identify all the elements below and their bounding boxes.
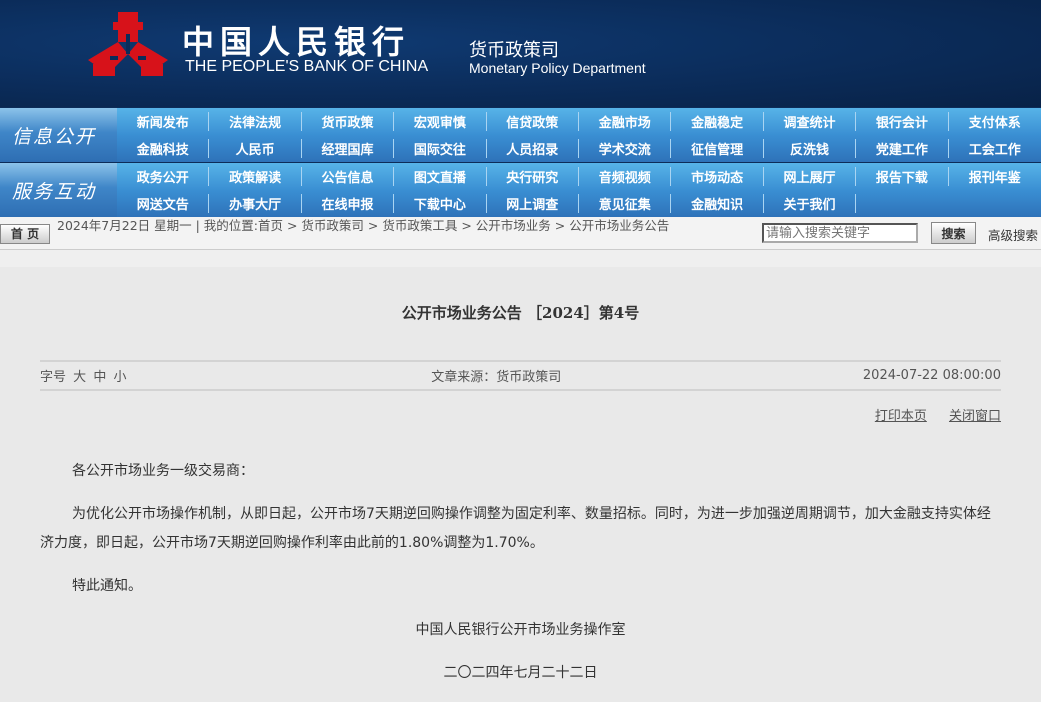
bank-name-en: THE PEOPLE'S BANK OF CHINA <box>185 58 429 75</box>
nav-item[interactable]: 政务公开 <box>117 167 210 186</box>
greeting: 各公开市场业务一级交易商： <box>72 463 254 479</box>
nav-items: 政务公开 政策解读 公告信息 图文直播 央行研究 音频视频 市场动态 网上展厅 报告下载 报刊年鉴… <box>117 163 1041 217</box>
nav-item[interactable]: 法律法规 <box>209 112 302 131</box>
signature-date: 二〇二四年七月二十二日 <box>443 665 598 681</box>
close-window-link[interactable]: 关闭窗口 <box>949 409 1001 424</box>
article-datetime: 2024-07-22 08:00:00 <box>862 368 1001 383</box>
nav-item[interactable]: 网上调查 <box>487 194 579 213</box>
print-link[interactable]: 打印本页 <box>875 409 927 424</box>
search-input[interactable] <box>762 223 918 243</box>
nav-item[interactable]: 政策解读 <box>209 167 302 186</box>
nav-item[interactable]: 调查统计 <box>764 112 857 131</box>
site-header: 中国人民银行 THE PEOPLE'S BANK OF CHINA 货币政策司 … <box>0 0 1041 107</box>
nav-item[interactable]: 金融知识 <box>671 194 764 213</box>
font-large-button[interactable]: 大 <box>73 370 86 385</box>
nav-item[interactable]: 货币政策 <box>302 112 395 131</box>
nav-item[interactable]: 金融市场 <box>579 112 672 131</box>
nav-item[interactable]: 意见征集 <box>579 194 672 213</box>
nav-item[interactable]: 经理国库 <box>302 139 395 158</box>
breadcrumb: 2024年7月22日 星期一 | 我的位置:首页 > 货币政策司 > 货币政策工… <box>57 218 670 233</box>
advanced-search-link[interactable]: 高级搜索 <box>988 225 1038 244</box>
nav-item[interactable]: 支付体系 <box>949 112 1041 131</box>
pboc-logo-icon <box>88 12 168 76</box>
nav-item[interactable]: 关于我们 <box>764 194 857 213</box>
nav-group: 信息公开 新闻发布 法律法规 货币政策 宏观审慎 信贷政策 金融市场 金融稳定 调查统计 银行会计… <box>0 107 1041 162</box>
main-nav: 信息公开 新闻发布 法律法规 货币政策 宏观审慎 信贷政策 金融市场 金融稳定 调查统计 银行会计… <box>0 107 1041 217</box>
nav-item[interactable]: 下载中心 <box>394 194 487 213</box>
nav-item[interactable]: 新闻发布 <box>117 112 210 131</box>
nav-item[interactable]: 网送文告 <box>117 194 210 213</box>
nav-item[interactable]: 信贷政策 <box>487 112 579 131</box>
signature: 中国人民银行公开市场业务操作室 <box>415 622 626 638</box>
article-meta: 字号 大 中 小 文章来源：货币政策司 2024-07-22 08:00:00 <box>40 360 1001 391</box>
article-content: 各公开市场业务一级交易商： 为优化公开市场操作机制，从即日起，公开市场7天期逆回… <box>40 457 1001 688</box>
font-size-controls: 字号 大 中 小 <box>40 366 129 385</box>
body-paragraph: 为优化公开市场操作机制，从即日起，公开市场7天期逆回购操作调整为固定利率、数量招… <box>40 506 991 551</box>
nav-item[interactable]: 人员招录 <box>487 139 579 158</box>
nav-item <box>949 194 1041 213</box>
nav-item[interactable]: 国际交往 <box>394 139 487 158</box>
nav-items: 新闻发布 法律法规 货币政策 宏观审慎 信贷政策 金融市场 金融稳定 调查统计 银行会计 支付体系… <box>117 108 1041 162</box>
notice: 特此通知。 <box>72 578 142 594</box>
page-title: 公开市场业务公告 ［2024］第4号 <box>401 304 640 322</box>
nav-item[interactable]: 报告下载 <box>856 167 949 186</box>
breadcrumb-bar: 首 页 2024年7月22日 星期一 | 我的位置:首页 > 货币政策司 > 货… <box>0 217 1041 250</box>
nav-item <box>856 194 948 213</box>
nav-item[interactable]: 央行研究 <box>487 167 579 186</box>
bank-name-cn: 中国人民银行 <box>182 23 411 61</box>
dept-name-en: Monetary Policy Department <box>469 60 646 76</box>
dept-name-cn: 货币政策司 <box>469 40 559 61</box>
font-medium-button[interactable]: 中 <box>93 370 106 385</box>
nav-item[interactable]: 学术交流 <box>579 139 672 158</box>
nav-item[interactable]: 网上展厅 <box>764 167 857 186</box>
nav-item[interactable]: 宏观审慎 <box>394 112 487 131</box>
font-small-button[interactable]: 小 <box>113 370 126 385</box>
nav-item[interactable]: 音频视频 <box>579 167 672 186</box>
search-button[interactable]: 搜索 <box>931 222 976 244</box>
nav-group-label: 信息公开 <box>0 108 117 162</box>
nav-item[interactable]: 在线申报 <box>302 194 395 213</box>
nav-item[interactable]: 图文直播 <box>394 167 487 186</box>
nav-item[interactable]: 党建工作 <box>856 139 949 158</box>
nav-item[interactable]: 人民币 <box>209 139 302 158</box>
nav-group: 服务互动 政务公开 政策解读 公告信息 图文直播 央行研究 音频视频 市场动态 网上展厅 报告下载… <box>0 162 1041 217</box>
spacer <box>0 250 1041 267</box>
home-button[interactable]: 首 页 <box>0 224 50 244</box>
article-tools: 打印本页 关闭窗口 <box>0 405 1001 424</box>
nav-item[interactable]: 报刊年鉴 <box>949 167 1041 186</box>
nav-item[interactable]: 工会工作 <box>949 139 1041 158</box>
article-source: 文章来源：货币政策司 <box>431 370 562 385</box>
nav-item[interactable]: 征信管理 <box>671 139 764 158</box>
nav-item[interactable]: 反洗钱 <box>764 139 857 158</box>
font-size-label: 字号 <box>40 370 67 385</box>
nav-item[interactable]: 办事大厅 <box>209 194 302 213</box>
nav-group-label: 服务互动 <box>0 163 117 217</box>
nav-item[interactable]: 市场动态 <box>671 167 764 186</box>
nav-item[interactable]: 金融科技 <box>117 139 210 158</box>
nav-item[interactable]: 公告信息 <box>302 167 395 186</box>
nav-item[interactable]: 银行会计 <box>856 112 949 131</box>
nav-item[interactable]: 金融稳定 <box>671 112 764 131</box>
